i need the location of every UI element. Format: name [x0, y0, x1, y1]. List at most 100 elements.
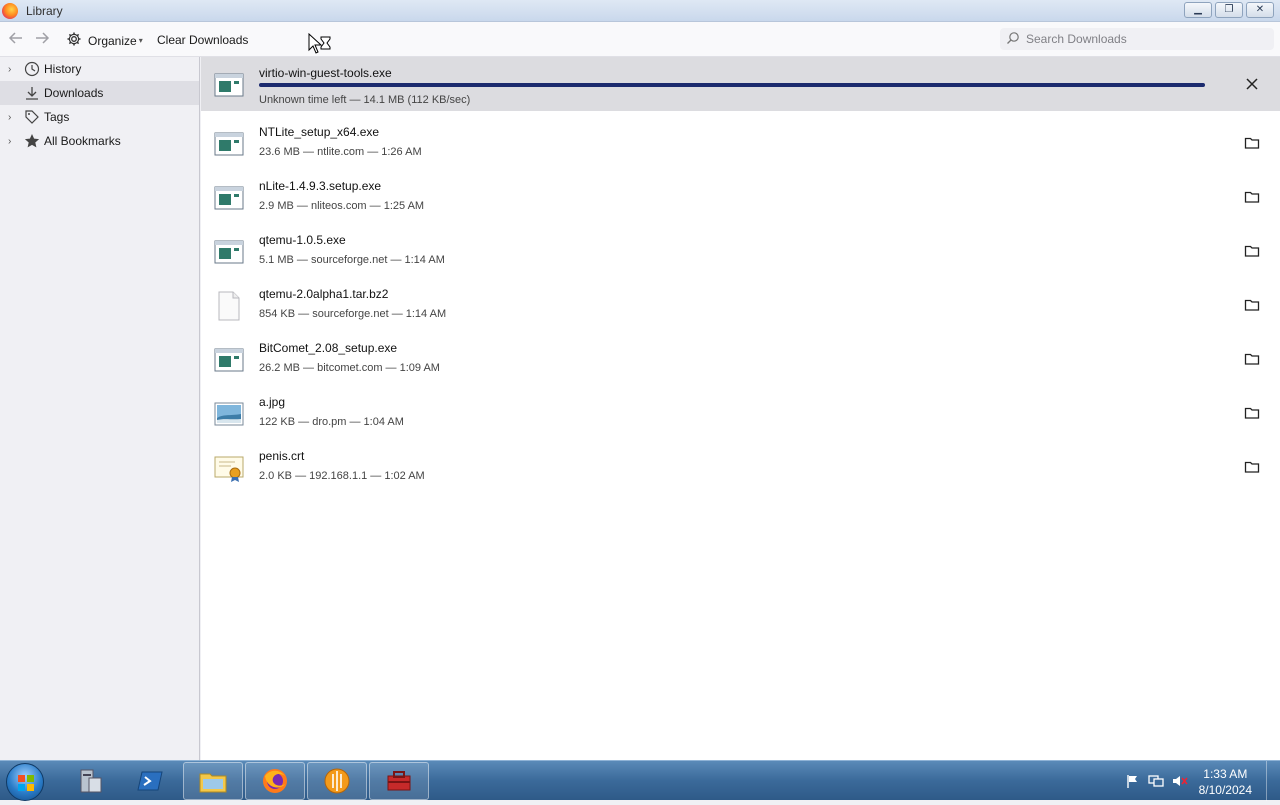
- download-item[interactable]: penis.crt 2.0 KB — 192.168.1.1 — 1:02 AM: [201, 440, 1280, 494]
- chevron-down-icon: ▾: [138, 36, 143, 45]
- tray-flag-icon[interactable]: [1126, 774, 1140, 791]
- exe-icon: [213, 344, 245, 376]
- download-status: 2.9 MB — nliteos.com — 1:25 AM: [259, 200, 425, 212]
- clear-downloads-button[interactable]: Clear Downloads: [157, 33, 248, 47]
- star-icon: [24, 133, 40, 149]
- sidebar-item-label: History: [44, 62, 82, 76]
- sidebar-item-tags[interactable]: › Tags: [0, 105, 199, 129]
- minimize-button[interactable]: ▁: [1184, 2, 1212, 18]
- image-icon: [213, 398, 245, 430]
- sidebar-item-label: All Bookmarks: [44, 134, 121, 148]
- bitcomet-icon: [324, 768, 350, 794]
- download-status: 854 KB — sourceforge.net — 1:14 AM: [259, 308, 447, 320]
- close-icon: [1246, 78, 1258, 90]
- expand-twisty-icon[interactable]: ›: [8, 112, 18, 123]
- back-arrow-icon[interactable]: [8, 30, 24, 51]
- search-icon: [1006, 31, 1020, 48]
- show-desktop-button[interactable]: [1266, 761, 1280, 801]
- taskbar-firefox[interactable]: [245, 762, 305, 800]
- download-filename: a.jpg: [259, 395, 286, 409]
- clock-date: 8/10/2024: [1198, 783, 1252, 797]
- folder-icon: [1244, 191, 1260, 203]
- download-filename: BitComet_2.08_setup.exe: [259, 341, 398, 355]
- window-title: Library: [26, 4, 63, 18]
- folder-icon: [1244, 461, 1260, 473]
- toolbox-icon: [387, 771, 411, 791]
- firefox-icon: [263, 769, 287, 793]
- taskbar-powershell[interactable]: [121, 762, 181, 800]
- server-manager-icon: [80, 769, 102, 793]
- taskbar-toolbox[interactable]: [369, 762, 429, 800]
- taskbar: 1:33 AM 8/10/2024: [0, 760, 1280, 801]
- search-placeholder: Search Downloads: [1026, 32, 1127, 46]
- sidebar-item-history[interactable]: › History: [0, 57, 199, 81]
- restore-icon: ❐: [1224, 4, 1234, 15]
- download-item[interactable]: NTLite_setup_x64.exe 23.6 MB — ntlite.co…: [201, 116, 1280, 170]
- taskbar-file-explorer[interactable]: [183, 762, 243, 800]
- folder-icon: [1244, 137, 1260, 149]
- download-status: 5.1 MB — sourceforge.net — 1:14 AM: [259, 254, 445, 266]
- sidebar-item-label: Tags: [44, 110, 70, 124]
- download-status: 23.6 MB — ntlite.com — 1:26 AM: [259, 146, 422, 158]
- certificate-icon: [213, 452, 245, 484]
- taskbar-server-manager[interactable]: [60, 762, 120, 800]
- download-status: 2.0 KB — 192.168.1.1 — 1:02 AM: [259, 470, 425, 482]
- cancel-download-button[interactable]: [1244, 76, 1260, 92]
- tray-volume-muted-icon[interactable]: [1172, 774, 1188, 791]
- open-folder-button[interactable]: [1244, 135, 1260, 151]
- download-item[interactable]: BitComet_2.08_setup.exe 26.2 MB — bitcom…: [201, 332, 1280, 386]
- download-item[interactable]: qtemu-1.0.5.exe 5.1 MB — sourceforge.net…: [201, 224, 1280, 278]
- download-progress-bar: [259, 83, 1205, 87]
- clock-icon: [24, 61, 40, 77]
- exe-icon: [213, 236, 245, 268]
- download-filename: nLite-1.4.9.3.setup.exe: [259, 179, 382, 193]
- restore-button[interactable]: ❐: [1215, 2, 1243, 18]
- tag-icon: [24, 109, 40, 125]
- download-item[interactable]: a.jpg 122 KB — dro.pm — 1:04 AM: [201, 386, 1280, 440]
- window-controls: ▁ ❐ ✕: [1184, 2, 1274, 18]
- forward-arrow-icon[interactable]: [34, 30, 50, 51]
- expand-twisty-icon[interactable]: ›: [8, 64, 18, 75]
- open-folder-button[interactable]: [1244, 189, 1260, 205]
- tray-network-icon[interactable]: [1148, 774, 1164, 791]
- sidebar-item-downloads[interactable]: Downloads: [0, 81, 199, 105]
- open-folder-button[interactable]: [1244, 351, 1260, 367]
- open-folder-button[interactable]: [1244, 459, 1260, 475]
- library-sidebar: › History Downloads › Tags › All Bookmar…: [0, 57, 200, 760]
- expand-twisty-icon[interactable]: ›: [8, 136, 18, 147]
- close-window-button[interactable]: ✕: [1246, 2, 1274, 18]
- folder-icon: [1244, 299, 1260, 311]
- download-item[interactable]: nLite-1.4.9.3.setup.exe 2.9 MB — nliteos…: [201, 170, 1280, 224]
- sidebar-item-all-bookmarks[interactable]: › All Bookmarks: [0, 129, 199, 153]
- exe-icon: [213, 182, 245, 214]
- search-downloads-input[interactable]: Search Downloads: [1000, 28, 1274, 50]
- download-filename: virtio-win-guest-tools.exe: [259, 66, 392, 80]
- download-icon: [24, 85, 40, 101]
- download-filename: NTLite_setup_x64.exe: [259, 125, 380, 139]
- exe-icon: [213, 128, 245, 160]
- open-folder-button[interactable]: [1244, 297, 1260, 313]
- download-status: 122 KB — dro.pm — 1:04 AM: [259, 416, 404, 428]
- folder-icon: [199, 773, 227, 793]
- folder-icon: [1244, 407, 1260, 419]
- gear-icon: [66, 31, 82, 50]
- organize-button[interactable]: Organize ▾: [66, 31, 143, 50]
- taskbar-clock[interactable]: 1:33 AM 8/10/2024: [1199, 766, 1252, 798]
- open-folder-button[interactable]: [1244, 243, 1260, 259]
- minimize-icon: ▁: [1194, 4, 1202, 15]
- window-titlebar: Library ▁ ❐ ✕: [0, 0, 1280, 22]
- busy-cursor-icon: [308, 32, 334, 58]
- download-filename: penis.crt: [259, 449, 305, 463]
- sidebar-item-label: Downloads: [44, 86, 104, 100]
- download-filename: qtemu-2.0alpha1.tar.bz2: [259, 287, 389, 301]
- download-item[interactable]: qtemu-2.0alpha1.tar.bz2 854 KB — sourcef…: [201, 278, 1280, 332]
- folder-icon: [1244, 353, 1260, 365]
- start-button[interactable]: [6, 763, 44, 801]
- library-toolbar: Organize ▾ Clear Downloads Search Downlo…: [0, 22, 1280, 57]
- download-filename: qtemu-1.0.5.exe: [259, 233, 346, 247]
- download-item-active[interactable]: virtio-win-guest-tools.exe Unknown time …: [201, 57, 1280, 111]
- taskbar-app-orange[interactable]: [307, 762, 367, 800]
- file-icon: [213, 290, 245, 322]
- folder-icon: [1244, 245, 1260, 257]
- open-folder-button[interactable]: [1244, 405, 1260, 421]
